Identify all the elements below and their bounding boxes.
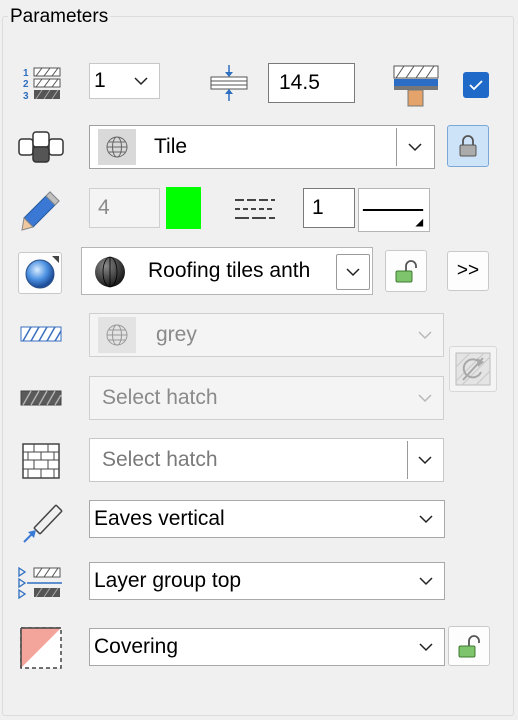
eaves-select[interactable]: Eaves vertical [89, 500, 445, 538]
reset-icon [455, 352, 491, 386]
globe-icon [106, 136, 128, 158]
hatch-blue-icon [20, 326, 62, 342]
material-preview [98, 129, 136, 165]
layer-thickness-icon [210, 65, 248, 101]
thickness-value: 14.5 [279, 71, 320, 94]
eaves-icon [23, 504, 63, 543]
material-value: Tile [154, 135, 188, 158]
hatch-gray-icon [20, 390, 62, 406]
unlock-icon [458, 635, 480, 658]
layer-group-value: Layer group top [94, 569, 242, 592]
svg-text:1: 1 [23, 68, 29, 79]
layer-group-icon [18, 567, 62, 599]
roof-cover-icon [393, 65, 439, 107]
surface-sphere-icon [25, 256, 59, 289]
checkmark-icon [469, 80, 483, 91]
hatch-select-1[interactable]: Select hatch [89, 376, 444, 420]
material-lock-button[interactable] [447, 125, 489, 167]
color-preview [98, 317, 136, 353]
covering-lock-button[interactable] [448, 626, 490, 666]
color-value: grey [156, 323, 197, 346]
reset-button[interactable] [449, 346, 497, 392]
more-label: >> [456, 260, 480, 281]
chevron-down-icon[interactable] [396, 128, 432, 166]
color-select[interactable]: grey [89, 313, 444, 357]
surface-button[interactable] [18, 252, 62, 294]
covering-icon [20, 627, 62, 669]
panel-title: Parameters [8, 6, 111, 28]
covering-value: Covering [94, 635, 179, 658]
unlock-icon [395, 260, 417, 283]
hatch-select-1-placeholder: Select hatch [102, 386, 218, 409]
parameters-group [2, 16, 514, 716]
chevron-down-icon[interactable] [408, 501, 444, 537]
texture-ball-icon [95, 256, 125, 288]
pen-number-input[interactable]: 4 [89, 188, 160, 228]
surface-select[interactable]: Roofing tiles anth [81, 247, 373, 295]
hatch-select-2[interactable]: Select hatch [89, 438, 444, 482]
lock-icon [459, 135, 477, 157]
chevron-down-icon[interactable] [336, 254, 370, 290]
surface-value: Roofing tiles anth [148, 259, 311, 282]
material-select[interactable]: Tile [89, 125, 435, 169]
chevron-down-icon[interactable] [407, 377, 443, 419]
chevron-down-icon[interactable] [408, 563, 444, 599]
covering-select[interactable]: Covering [89, 628, 445, 666]
chevron-down-icon[interactable] [407, 441, 441, 479]
line-type-icon [235, 199, 275, 219]
hatch-select-2-placeholder: Select hatch [102, 448, 218, 471]
layer-checkbox[interactable] [463, 72, 489, 98]
chevron-down-icon[interactable] [408, 629, 444, 665]
layer-numbering-icon: 1 2 3 [23, 67, 61, 102]
layer-number-value: 1 [94, 69, 106, 92]
surface-lock-button[interactable] [385, 250, 427, 292]
chevron-down-icon[interactable] [123, 64, 159, 98]
line-number-value: 1 [312, 196, 324, 219]
chevron-down-icon[interactable] [407, 314, 443, 356]
globe-icon [106, 324, 128, 346]
svg-text:2: 2 [23, 79, 29, 90]
more-button[interactable]: >> [447, 251, 489, 291]
eaves-value: Eaves vertical [94, 507, 225, 530]
pen-color-swatch[interactable] [166, 187, 201, 229]
pen-number-value: 4 [98, 196, 110, 219]
layer-group-select[interactable]: Layer group top [89, 562, 445, 600]
thickness-input[interactable]: 14.5 [268, 63, 355, 103]
brick-pattern-icon [22, 443, 60, 479]
component-icon [18, 131, 64, 163]
layer-number-select[interactable]: 1 [89, 63, 160, 99]
svg-text:3: 3 [23, 91, 29, 102]
line-style-select[interactable] [358, 188, 430, 232]
line-style-preview [362, 209, 424, 227]
pen-icon [21, 191, 60, 231]
line-number-input[interactable]: 1 [303, 188, 355, 228]
